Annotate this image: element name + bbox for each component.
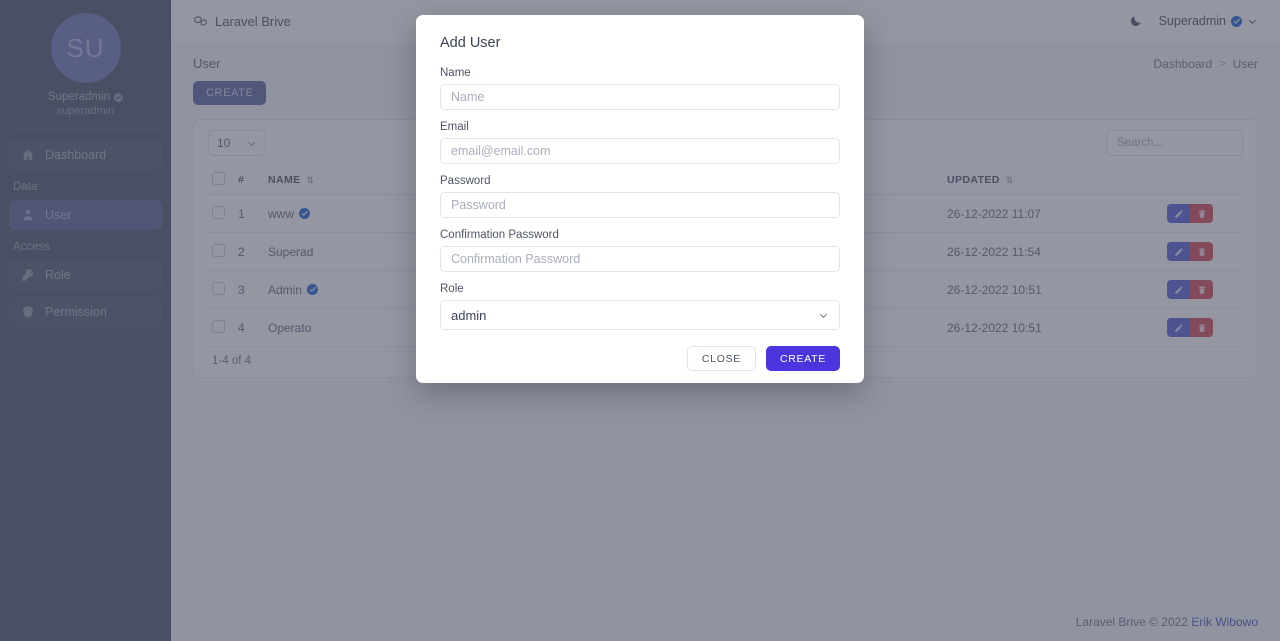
password-placeholder: Password xyxy=(451,198,506,212)
confirmation-password-placeholder: Confirmation Password xyxy=(451,252,581,266)
add-user-modal: Add User Name Name Email email@email.com… xyxy=(416,15,864,383)
password-input[interactable]: Password xyxy=(440,192,840,218)
modal-actions: CLOSE CREATE xyxy=(440,346,840,371)
email-placeholder: email@email.com xyxy=(451,144,551,158)
name-placeholder: Name xyxy=(451,90,485,104)
modal-title: Add User xyxy=(440,35,501,51)
close-button[interactable]: CLOSE xyxy=(686,346,756,371)
modal-create-button[interactable]: CREATE xyxy=(765,346,840,371)
role-select[interactable]: admin xyxy=(440,300,840,330)
label-role: Role xyxy=(440,283,464,295)
label-name: Name xyxy=(440,67,471,79)
app-root: SU Superadmin superadmin Dashboard Data … xyxy=(0,0,1280,641)
label-email: Email xyxy=(440,121,469,133)
field-name: Name Name xyxy=(440,67,840,110)
label-confirmation-password: Confirmation Password xyxy=(440,229,559,241)
chevron-down-icon xyxy=(819,313,828,318)
field-email: Email email@email.com xyxy=(440,121,840,164)
role-selected-value: admin xyxy=(451,307,487,323)
confirmation-password-input[interactable]: Confirmation Password xyxy=(440,246,840,272)
field-confirmation-password: Confirmation Password Confirmation Passw… xyxy=(440,229,840,272)
field-role: Role admin xyxy=(440,283,840,330)
email-input[interactable]: email@email.com xyxy=(440,138,840,164)
name-input[interactable]: Name xyxy=(440,84,840,110)
label-password: Password xyxy=(440,175,491,187)
field-password: Password Password xyxy=(440,175,840,218)
